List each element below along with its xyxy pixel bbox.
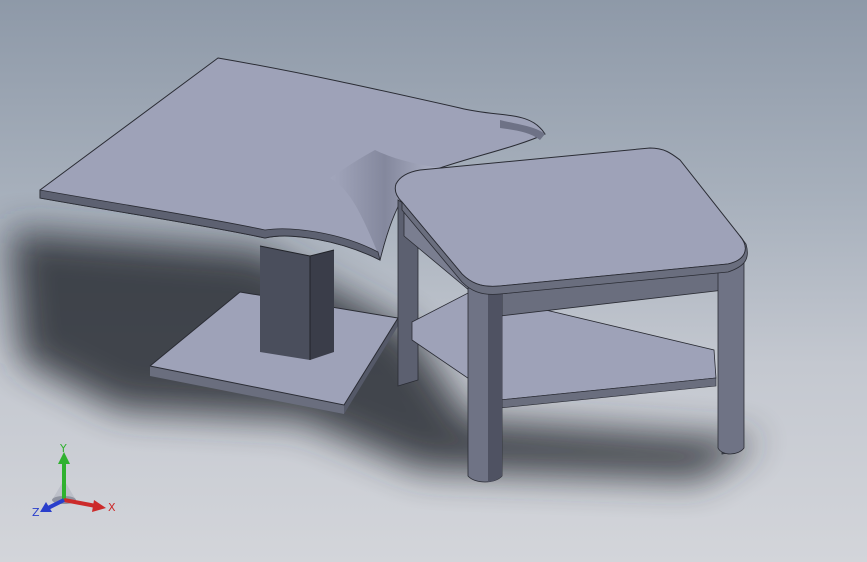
x-axis-arrow bbox=[63, 498, 106, 512]
model-view[interactable] bbox=[0, 0, 867, 562]
axis-triad: Y X Z bbox=[32, 442, 116, 519]
z-axis-arrow bbox=[40, 498, 65, 512]
x-axis-label: X bbox=[108, 501, 116, 514]
graphics-viewport[interactable]: Y X Z bbox=[0, 0, 867, 562]
pedestal-column[interactable] bbox=[259, 245, 335, 360]
y-axis-label: Y bbox=[59, 442, 67, 455]
z-axis-label: Z bbox=[32, 506, 40, 519]
